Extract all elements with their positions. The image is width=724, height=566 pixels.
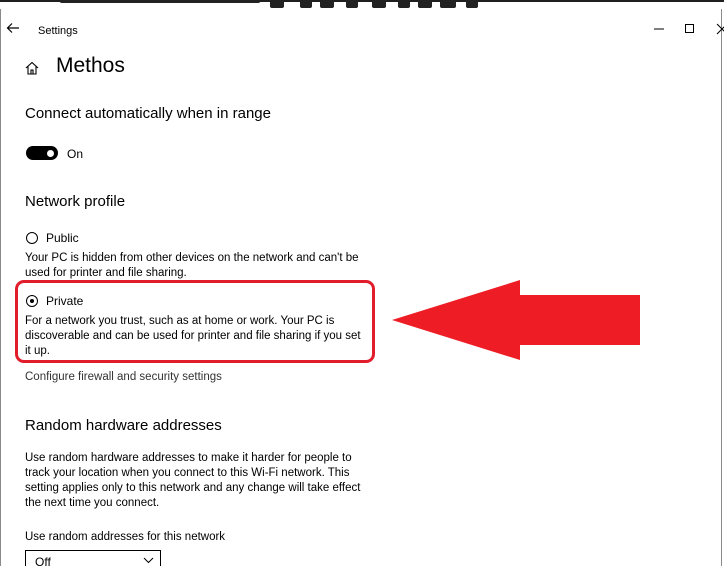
settings-window: Settings Methos Connect automatically wh… <box>0 0 724 566</box>
red-arrow-annotation <box>392 280 640 360</box>
random-hw-description-line: setting applies only to this network and… <box>25 482 361 494</box>
configure-firewall-link[interactable]: Configure firewall and security settings <box>25 371 222 383</box>
maximize-icon[interactable] <box>682 22 698 36</box>
public-radio-label: Public <box>46 231 79 245</box>
public-description-line: used for printer and file sharing. <box>25 267 187 279</box>
close-icon[interactable] <box>714 22 724 36</box>
chevron-down-icon <box>143 557 154 564</box>
cropped-top-strip <box>0 0 724 9</box>
connect-auto-heading: Connect automatically when in range <box>25 105 271 122</box>
window-title: Settings <box>38 25 78 37</box>
random-hw-description-line: Use random hardware addresses to make it… <box>25 452 352 464</box>
dropdown-value: Off <box>35 555 51 566</box>
private-highlight-box <box>15 280 375 363</box>
page-title: Methos <box>56 54 125 77</box>
connect-auto-toggle[interactable] <box>26 146 58 160</box>
title-bar: Settings <box>0 9 724 39</box>
network-profile-heading: Network profile <box>25 193 126 210</box>
random-hw-description-line: the next time you connect. <box>25 497 160 509</box>
random-hw-heading: Random hardware addresses <box>25 417 222 434</box>
back-arrow-icon[interactable] <box>6 22 20 34</box>
random-hw-description: Use random hardware addresses to make it… <box>25 451 375 511</box>
toggle-state-label: On <box>67 147 84 161</box>
public-description-line: Your PC is hidden from other devices on … <box>25 252 359 264</box>
home-icon <box>25 61 39 75</box>
minimize-icon[interactable] <box>651 22 667 36</box>
random-address-select-label: Use random addresses for this network <box>25 531 226 543</box>
toggle-knob <box>47 149 54 157</box>
random-hw-description-line: track your location when you connect to … <box>25 467 350 479</box>
public-radio[interactable] <box>26 232 38 244</box>
random-address-dropdown[interactable]: Off <box>25 550 161 566</box>
public-description: Your PC is hidden from other devices on … <box>25 251 375 281</box>
